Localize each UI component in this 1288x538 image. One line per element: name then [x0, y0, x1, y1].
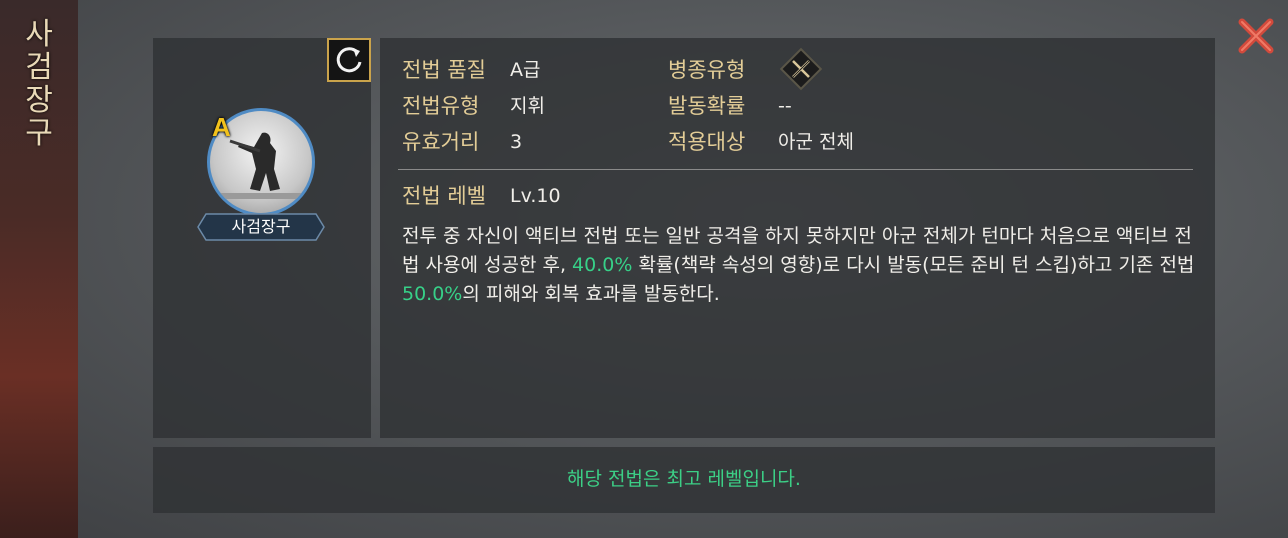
tactic-description: 전투 중 자신이 액티브 전법 또는 일반 공격을 하지 못하지만 아군 전체가… [402, 222, 1202, 309]
range-value: 3 [510, 131, 523, 153]
range-label: 유효거리 [402, 130, 480, 154]
type-value: 지휘 [510, 95, 545, 117]
desc-percent-2: 50.0% [402, 283, 463, 305]
crossed-swords-icon [779, 47, 823, 91]
chance-value: -- [778, 95, 792, 117]
desc-percent-1: 40.0% [572, 254, 633, 276]
refresh-icon [336, 47, 362, 73]
quality-value: A급 [510, 59, 541, 81]
level-value: Lv.10 [510, 185, 561, 207]
chance-label: 발동확률 [668, 94, 746, 118]
quality-label: 전법 품질 [402, 58, 486, 82]
side-title: 사검장구 [25, 17, 53, 151]
desc-part-2: 확률(책략 속성의 영향)로 다시 발동(모든 준비 턴 스킵)하고 기존 전법 [632, 254, 1195, 276]
close-icon[interactable] [1236, 16, 1276, 56]
grade-badge: A [212, 112, 231, 142]
refresh-button[interactable] [327, 38, 371, 82]
desc-part-3: 의 피해와 회복 효과를 발동한다. [462, 283, 720, 305]
type-label: 전법유형 [402, 94, 480, 118]
target-value: 아군 전체 [778, 131, 854, 153]
tactic-name: 사검장구 [231, 217, 291, 236]
level-label: 전법 레벨 [402, 184, 486, 208]
target-label: 적용대상 [668, 130, 746, 154]
unit-type-label: 병종유형 [668, 58, 746, 82]
max-level-message: 해당 전법은 최고 레벨입니다. [567, 468, 801, 490]
divider [398, 169, 1193, 170]
